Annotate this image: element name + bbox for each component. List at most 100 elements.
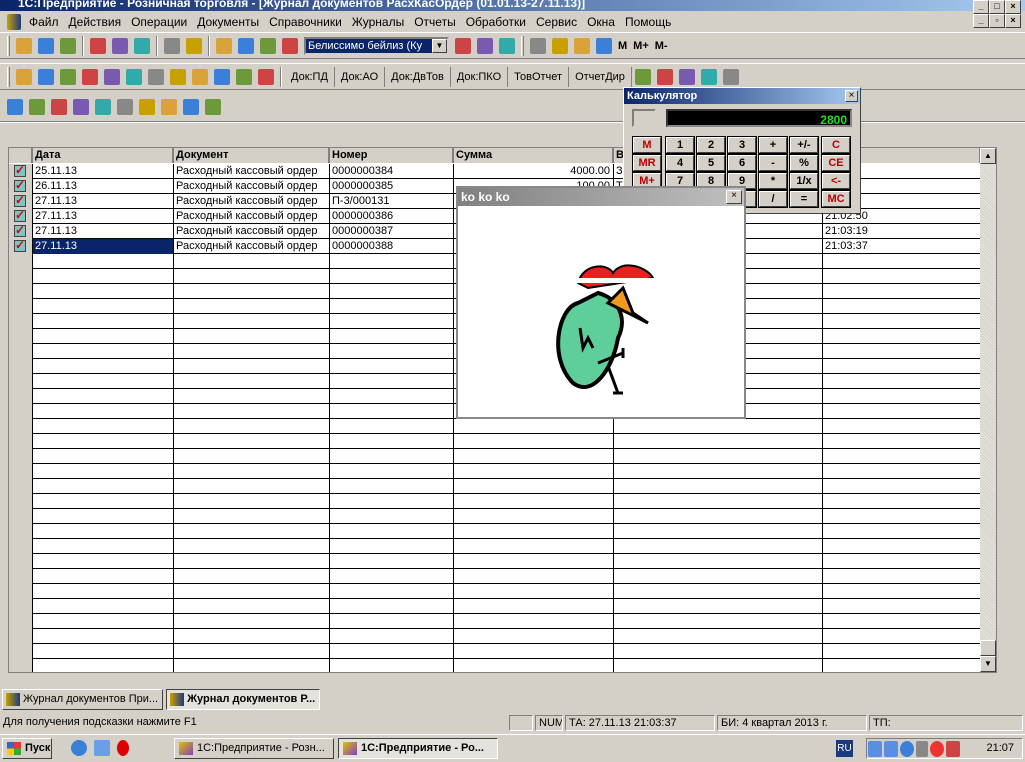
- scroll-thumb[interactable]: [980, 640, 996, 656]
- empty-row[interactable]: [9, 434, 981, 449]
- calendar-icon[interactable]: [552, 37, 568, 54]
- calc-button-1-6[interactable]: CE: [821, 154, 851, 172]
- vertical-scrollbar[interactable]: ▲ ▼: [980, 148, 996, 672]
- language-indicator[interactable]: RU: [836, 740, 853, 757]
- empty-row[interactable]: [9, 644, 981, 659]
- taskbar-task-1[interactable]: 1С:Предприятие - Ро...: [338, 738, 498, 759]
- empty-row[interactable]: [9, 554, 981, 569]
- wand-icon[interactable]: [574, 37, 590, 54]
- empty-row[interactable]: [9, 539, 981, 554]
- empty-row[interactable]: [9, 509, 981, 524]
- printer-icon[interactable]: [16, 68, 32, 85]
- redo-icon[interactable]: [260, 37, 276, 54]
- minus-icon[interactable]: [104, 68, 120, 85]
- start-button[interactable]: Пуск: [2, 738, 52, 759]
- search-icon[interactable]: [51, 98, 67, 115]
- envelope-icon[interactable]: [656, 68, 673, 85]
- save-icon[interactable]: [60, 37, 76, 54]
- empty-row[interactable]: [9, 524, 981, 539]
- window-tab-0[interactable]: Журнал документов При...: [2, 689, 164, 710]
- new-document-icon[interactable]: [16, 37, 32, 54]
- journal-icon[interactable]: [722, 68, 739, 85]
- empty-row[interactable]: [9, 659, 981, 672]
- calc-button-2-6[interactable]: <-: [821, 172, 851, 190]
- menu-7[interactable]: Обработки: [461, 15, 531, 29]
- empty-row[interactable]: [9, 449, 981, 464]
- calc-button-1-4[interactable]: -: [758, 154, 788, 172]
- empty-row[interactable]: [9, 599, 981, 614]
- empty-row[interactable]: [9, 614, 981, 629]
- filter-icon[interactable]: [161, 98, 177, 115]
- menu-10[interactable]: Помощь: [620, 15, 676, 29]
- bag-icon[interactable]: [82, 68, 98, 85]
- copy-row-icon[interactable]: [95, 98, 111, 115]
- menu-6[interactable]: Отчеты: [409, 15, 460, 29]
- koko-close-button[interactable]: ×: [726, 190, 742, 204]
- paste-icon[interactable]: [134, 37, 150, 54]
- calc-button-1-2[interactable]: 5: [696, 154, 726, 172]
- menu-9[interactable]: Окна: [582, 15, 620, 29]
- calc-button-3-4[interactable]: /: [758, 190, 788, 208]
- users-icon[interactable]: [38, 68, 54, 85]
- menu-4[interactable]: Справочники: [264, 15, 347, 29]
- calc-button-0-2[interactable]: 2: [696, 136, 726, 154]
- calc-button-1-5[interactable]: %: [789, 154, 819, 172]
- scroll-down-button[interactable]: ▼: [980, 656, 996, 672]
- calc-button-1-0[interactable]: MR: [632, 154, 662, 172]
- taskbar-task-0[interactable]: 1С:Предприятие - Розн...: [174, 738, 334, 759]
- toolbar-button-3[interactable]: Док:ПКО: [451, 66, 509, 87]
- pko-icon[interactable]: [148, 68, 164, 85]
- toolbar-button-4[interactable]: ТовОтчет: [508, 66, 570, 87]
- toolbar-button-5[interactable]: ОтчетДир: [569, 66, 632, 87]
- calc-button-0-5[interactable]: +/-: [789, 136, 819, 154]
- delete-row-icon[interactable]: [117, 98, 133, 115]
- list-icon[interactable]: [236, 68, 252, 85]
- menu-8[interactable]: Сервис: [531, 15, 582, 29]
- copy-icon[interactable]: [112, 37, 128, 54]
- table-icon[interactable]: [634, 68, 651, 85]
- network-icon[interactable]: [868, 741, 882, 757]
- memory-button-1[interactable]: M+: [630, 36, 652, 56]
- explorer-icon[interactable]: [94, 740, 110, 756]
- opera-icon[interactable]: [117, 740, 129, 756]
- find-prev-icon[interactable]: [477, 37, 493, 54]
- empty-row[interactable]: [9, 629, 981, 644]
- find-next-icon[interactable]: [455, 37, 471, 54]
- calc-button-2-5[interactable]: 1/x: [789, 172, 819, 190]
- sum-icon[interactable]: [214, 68, 230, 85]
- ie-icon[interactable]: [71, 740, 87, 756]
- print-icon[interactable]: [164, 37, 180, 54]
- network-icon-2[interactable]: [884, 741, 898, 757]
- arrow-right-icon[interactable]: [126, 68, 142, 85]
- exit-icon[interactable]: [678, 68, 695, 85]
- memory-button-0[interactable]: M: [615, 36, 630, 56]
- book-icon[interactable]: [596, 37, 612, 54]
- empty-row[interactable]: [9, 494, 981, 509]
- binoculars-icon[interactable]: [282, 37, 298, 54]
- help-icon[interactable]: [499, 37, 515, 54]
- scroll-up-button[interactable]: ▲: [980, 148, 996, 164]
- menu-2[interactable]: Операции: [126, 15, 192, 29]
- add-row-icon[interactable]: [73, 98, 89, 115]
- menu-5[interactable]: Журналы: [347, 15, 409, 29]
- empty-row[interactable]: [9, 584, 981, 599]
- bluetooth-icon[interactable]: [900, 741, 914, 757]
- combo-dropdown-button[interactable]: ▼: [432, 38, 447, 53]
- calc-button-0-3[interactable]: 3: [727, 136, 757, 154]
- calc-button-1-1[interactable]: 4: [665, 154, 695, 172]
- pointer-help-icon[interactable]: [205, 98, 221, 115]
- menu-3[interactable]: Документы: [192, 15, 264, 29]
- fit-width-icon[interactable]: [139, 98, 155, 115]
- empty-row[interactable]: [9, 479, 981, 494]
- antivirus-icon[interactable]: [930, 741, 944, 757]
- plus-icon[interactable]: [60, 68, 76, 85]
- toolbar-grip[interactable]: [7, 66, 10, 87]
- menu-1[interactable]: Действия: [64, 15, 127, 29]
- rko-icon[interactable]: [170, 68, 186, 85]
- calculator-icon[interactable]: [530, 37, 546, 54]
- cut-icon[interactable]: [90, 37, 106, 54]
- toolbar-grip[interactable]: [521, 35, 524, 56]
- toolbar-button-2[interactable]: Док:ДвТов: [385, 66, 451, 87]
- calc-button-0-0[interactable]: M: [632, 136, 662, 154]
- copy-docs-icon[interactable]: [192, 68, 208, 85]
